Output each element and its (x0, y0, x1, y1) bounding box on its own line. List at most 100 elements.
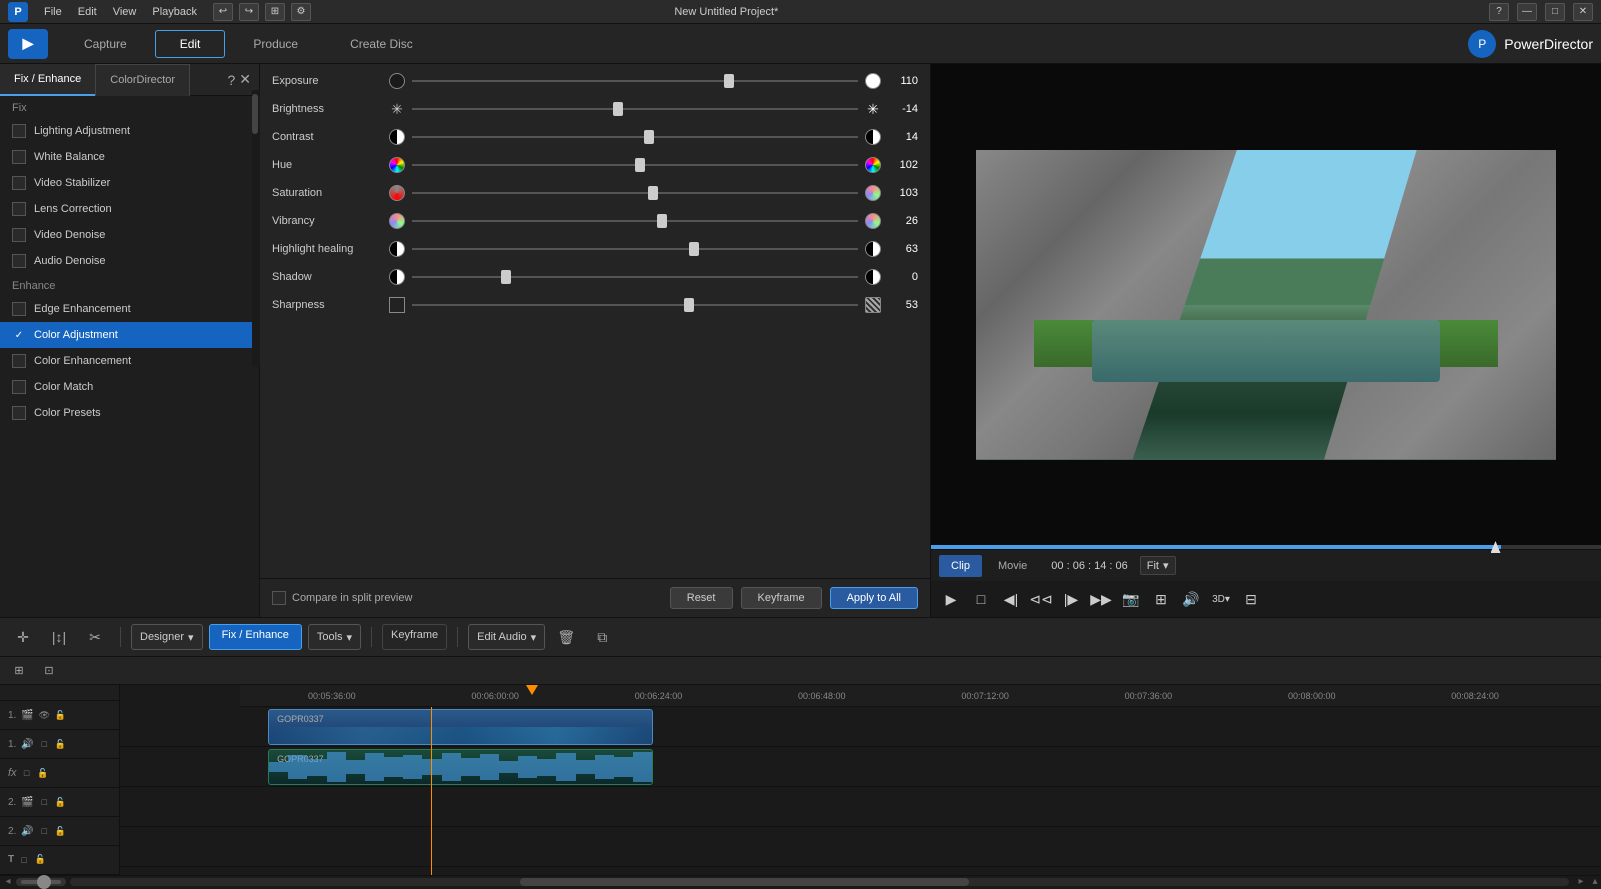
scroll-left-btn[interactable]: ◂ (0, 877, 16, 887)
highlight-healing-slider[interactable] (412, 241, 858, 257)
panel-item-video-denoise[interactable]: Video Denoise (0, 222, 259, 248)
redo-btn[interactable]: ↪ (239, 3, 259, 21)
zoom-thumb[interactable] (37, 875, 51, 889)
video-denoise-checkbox[interactable] (12, 228, 26, 242)
stop-button[interactable]: □ (969, 587, 993, 611)
reset-button[interactable]: Reset (670, 587, 733, 609)
fix-enhance-tab[interactable]: Fix / Enhance (0, 64, 95, 96)
close-panel-icon[interactable]: ✕ (239, 71, 251, 88)
settings-btn[interactable]: ⚙ (291, 3, 311, 21)
move-tool-btn[interactable]: ✛ (8, 623, 38, 651)
exposure-slider[interactable] (412, 73, 858, 89)
tab-create-disc[interactable]: Create Disc (326, 30, 437, 58)
panel-item-color-presets[interactable]: Color Presets (0, 400, 259, 426)
h-scrollbar-track[interactable] (70, 878, 1569, 886)
track-2v-eye[interactable]: □ (38, 796, 50, 808)
help-btn[interactable]: ? (1489, 3, 1509, 21)
prev-frame-btn[interactable]: ◀| (999, 587, 1023, 611)
compare-checkbox[interactable] (272, 591, 286, 605)
panel-item-edge-enhancement[interactable]: Edge Enhancement (0, 296, 259, 322)
copy-btn[interactable]: ⧉ (587, 623, 617, 651)
audio-btn[interactable]: 🔊 (1179, 587, 1203, 611)
contrast-slider[interactable] (412, 129, 858, 145)
edge-enhancement-checkbox[interactable] (12, 302, 26, 316)
timeline-zoom-fit[interactable]: ⊞ (8, 660, 30, 682)
track-text-eye[interactable]: □ (18, 854, 30, 866)
panel-item-color-adjustment[interactable]: ✓ Color Adjustment (0, 322, 259, 348)
maximize-btn[interactable]: □ (1545, 3, 1565, 21)
cut-tool-btn[interactable]: ✂ (80, 623, 110, 651)
timeline-marker[interactable]: ⊡ (38, 660, 60, 682)
track-fx-lock[interactable]: 🔓 (37, 767, 49, 779)
panel-item-white-balance[interactable]: White Balance (0, 144, 259, 170)
lens-correction-checkbox[interactable] (12, 202, 26, 216)
brightness-slider[interactable] (412, 101, 858, 117)
movie-mode-btn[interactable]: Movie (986, 555, 1039, 577)
snapshot-btn[interactable]: 📷 (1119, 587, 1143, 611)
track-text-lock[interactable]: 🔓 (34, 854, 46, 866)
lighting-checkbox[interactable] (12, 124, 26, 138)
minimize-btn[interactable]: — (1517, 3, 1537, 21)
color-adjustment-checkbox[interactable]: ✓ (12, 328, 26, 342)
trim-tool-btn[interactable]: |↕| (44, 623, 74, 651)
track-2a-lock[interactable]: 🔓 (54, 825, 66, 837)
video-stabilizer-checkbox[interactable] (12, 176, 26, 190)
panel-item-lens-correction[interactable]: Lens Correction (0, 196, 259, 222)
color-director-tab[interactable]: ColorDirector (95, 64, 190, 96)
sharpness-slider[interactable] (412, 297, 858, 313)
tab-capture[interactable]: Capture (60, 30, 151, 58)
project-settings-btn[interactable]: ⊞ (265, 3, 285, 21)
audio-denoise-checkbox[interactable] (12, 254, 26, 268)
delete-btn[interactable]: 🗑 (551, 623, 581, 651)
help-panel-icon[interactable]: ? (227, 72, 235, 88)
preview-progress[interactable] (931, 545, 1601, 549)
tab-edit[interactable]: Edit (155, 30, 226, 58)
audio-clip-1[interactable]: GOPR0337 (268, 749, 653, 785)
track-2a-eye[interactable]: □ (38, 825, 50, 837)
next-frame-btn[interactable]: |▶ (1059, 587, 1083, 611)
color-match-checkbox[interactable] (12, 380, 26, 394)
menu-file[interactable]: File (44, 6, 62, 18)
prev-clip-btn[interactable]: ⊲⊲ (1029, 587, 1053, 611)
panel-item-color-enhancement[interactable]: Color Enhancement (0, 348, 259, 374)
track-1a-lock[interactable]: 🔓 (54, 738, 66, 750)
play-button[interactable]: ▶ (939, 587, 963, 611)
vibrancy-slider[interactable] (412, 213, 858, 229)
tools-dropdown[interactable]: Tools ▾ (308, 624, 361, 650)
color-enhancement-checkbox[interactable] (12, 354, 26, 368)
menu-view[interactable]: View (113, 6, 137, 18)
fit-dropdown[interactable]: Fit ▾ (1140, 556, 1176, 575)
panel-item-audio-denoise[interactable]: Audio Denoise (0, 248, 259, 274)
panel-item-video-stabilizer[interactable]: Video Stabilizer (0, 170, 259, 196)
3d-btn[interactable]: 3D▾ (1209, 587, 1233, 611)
undo-btn[interactable]: ↩ (213, 3, 233, 21)
color-presets-checkbox[interactable] (12, 406, 26, 420)
keyframe-button[interactable]: Keyframe (741, 587, 822, 609)
scroll-thumb[interactable] (252, 94, 258, 134)
shadow-slider[interactable] (412, 269, 858, 285)
fullscreen-btn[interactable]: ⊞ (1149, 587, 1173, 611)
keyframe-btn[interactable]: Keyframe (382, 624, 447, 650)
scroll-up-btn[interactable]: ▴ (1589, 876, 1601, 888)
compare-check[interactable]: Compare in split preview (272, 591, 412, 605)
track-2v-lock[interactable]: 🔓 (54, 796, 66, 808)
zoom-track[interactable] (21, 880, 61, 884)
zoom-control[interactable] (16, 878, 66, 886)
white-balance-checkbox[interactable] (12, 150, 26, 164)
panel-item-color-match[interactable]: Color Match (0, 374, 259, 400)
edit-audio-dropdown[interactable]: Edit Audio ▾ (468, 624, 545, 650)
apply-all-button[interactable]: Apply to All (830, 587, 918, 609)
video-clip-1[interactable]: GOPR0337 (268, 709, 653, 745)
hue-slider[interactable] (412, 157, 858, 173)
panel-scroll[interactable]: Fix Lighting Adjustment White Balance Vi… (0, 96, 259, 617)
track-1v-eye[interactable]: 👁 (38, 709, 50, 721)
h-scrollbar-thumb[interactable] (520, 878, 970, 886)
track-1v-lock[interactable]: 🔓 (54, 709, 66, 721)
overlay-btn[interactable]: ⊟ (1239, 587, 1263, 611)
track-1a-eye[interactable]: □ (38, 738, 50, 750)
track-fx-eye[interactable]: □ (21, 767, 33, 779)
tab-produce[interactable]: Produce (229, 30, 322, 58)
menu-playback[interactable]: Playback (152, 6, 197, 18)
panel-item-lighting[interactable]: Lighting Adjustment (0, 118, 259, 144)
menu-edit[interactable]: Edit (78, 6, 97, 18)
